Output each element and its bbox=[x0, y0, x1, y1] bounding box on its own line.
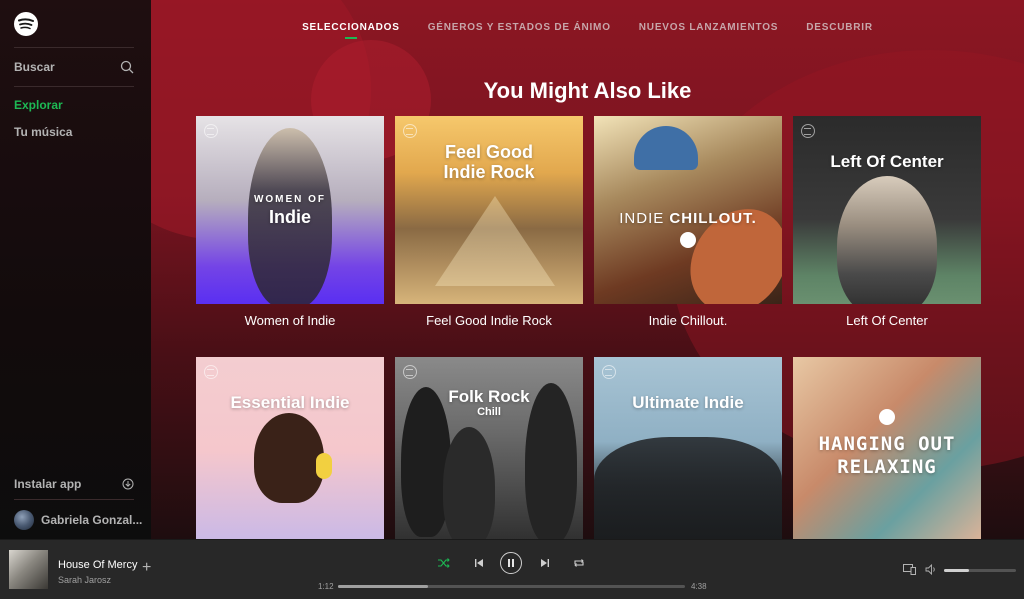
elapsed-time: 1:12 bbox=[318, 582, 334, 591]
playlist-cover: Folk Rock Chill bbox=[395, 357, 583, 539]
spotify-badge-icon bbox=[204, 365, 218, 379]
playlist-cover: Ultimate Indie bbox=[594, 357, 782, 539]
sidebar-divider bbox=[14, 499, 134, 500]
next-icon bbox=[541, 559, 549, 567]
tab-descubrir[interactable]: DESCUBRIR bbox=[806, 22, 873, 39]
playlist-card-women-of-indie[interactable]: WOMEN OF Indie Women of Indie bbox=[196, 116, 384, 328]
tab-nuevos-lanzamientos[interactable]: NUEVOS LANZAMIENTOS bbox=[639, 22, 778, 39]
spotify-logo-icon[interactable] bbox=[14, 12, 38, 36]
sidebar-divider bbox=[14, 47, 134, 48]
avatar bbox=[14, 510, 34, 530]
player-bar: House Of Mercy Sarah Jarosz + 1:12 4:38 bbox=[0, 539, 1024, 599]
volume-fill bbox=[944, 569, 970, 572]
playlist-title: Feel Good Indie Rock bbox=[426, 313, 552, 328]
install-app-button[interactable]: Instalar app bbox=[14, 476, 134, 492]
cover-shape bbox=[435, 196, 555, 286]
spotify-logo-icon bbox=[879, 409, 895, 425]
volume-icon[interactable] bbox=[925, 564, 937, 575]
playlist-title: Women of Indie bbox=[244, 313, 336, 328]
cover-text: Ultimate Indie bbox=[632, 393, 744, 412]
playlist-card-ultimate-indie[interactable]: Ultimate Indie bbox=[594, 357, 782, 539]
volume-slider[interactable] bbox=[944, 569, 1016, 572]
playlist-cover: HANGING OUT RELAXING bbox=[793, 357, 981, 539]
sidebar-item-tu-musica[interactable]: Tu música bbox=[14, 125, 72, 139]
playlist-card-indie-chillout[interactable]: INDIE CHILLOUT. Indie Chillout. bbox=[594, 116, 782, 328]
progress-bar[interactable] bbox=[338, 585, 685, 588]
previous-icon bbox=[475, 559, 483, 567]
now-playing-artist[interactable]: Sarah Jarosz bbox=[58, 575, 111, 585]
tab-generos[interactable]: GÉNEROS Y ESTADOS DE ÁNIMO bbox=[428, 22, 611, 39]
cover-figure bbox=[837, 176, 937, 304]
playlist-cover: Left Of Center bbox=[793, 116, 981, 304]
cover-text: Essential Indie bbox=[230, 393, 350, 412]
playlist-title: Left Of Center bbox=[846, 313, 928, 328]
playlist-card-essential-indie[interactable]: Essential Indie bbox=[196, 357, 384, 539]
playlist-cover: Essential Indie bbox=[196, 357, 384, 539]
cover-text-part: INDIE bbox=[619, 210, 665, 227]
cover-text: HANGING OUT bbox=[818, 433, 956, 455]
main-content: SELECCIONADOS GÉNEROS Y ESTADOS DE ÁNIMO… bbox=[151, 0, 1024, 539]
duration-time: 4:38 bbox=[691, 582, 707, 591]
top-nav: SELECCIONADOS GÉNEROS Y ESTADOS DE ÁNIMO… bbox=[151, 22, 1024, 39]
playlist-card-hanging-out-relaxing[interactable]: HANGING OUT RELAXING bbox=[793, 357, 981, 539]
playlist-cover: Feel Good Indie Rock bbox=[395, 116, 583, 304]
cover-text: WOMEN OF bbox=[253, 194, 327, 205]
install-app-label: Instalar app bbox=[14, 477, 82, 491]
spotify-badge-icon bbox=[403, 365, 417, 379]
cover-accessory bbox=[316, 453, 332, 479]
cover-text: INDIE CHILLOUT. bbox=[594, 210, 782, 227]
progress-fill bbox=[338, 585, 429, 588]
next-button[interactable] bbox=[540, 556, 550, 570]
now-playing-cover[interactable] bbox=[9, 550, 48, 589]
cover-text: Indie Rock bbox=[443, 162, 535, 182]
search-icon bbox=[120, 60, 134, 74]
download-icon bbox=[122, 478, 134, 490]
user-profile[interactable]: Gabriela Gonzal... bbox=[14, 509, 144, 531]
playlist-cover: INDIE CHILLOUT. bbox=[594, 116, 782, 304]
cover-text: RELAXING bbox=[837, 456, 937, 478]
shuffle-button[interactable] bbox=[438, 556, 450, 570]
sidebar-divider bbox=[14, 86, 134, 87]
spotify-badge-icon bbox=[204, 124, 218, 138]
cover-text: Chill bbox=[477, 406, 501, 418]
spotify-badge-icon bbox=[602, 365, 616, 379]
user-name: Gabriela Gonzal... bbox=[41, 513, 143, 527]
add-to-library-button[interactable]: + bbox=[142, 560, 151, 576]
cover-text: Left Of Center bbox=[830, 152, 944, 171]
cover-text-part: CHILLOUT. bbox=[669, 210, 757, 227]
cover-text: Feel Good bbox=[444, 142, 533, 162]
playlist-card-left-of-center[interactable]: Left Of Center Left Of Center bbox=[793, 116, 981, 328]
spotify-badge-icon bbox=[403, 124, 417, 138]
spotify-logo-icon bbox=[680, 232, 696, 248]
tab-seleccionados[interactable]: SELECCIONADOS bbox=[302, 22, 400, 39]
search-button[interactable]: Buscar bbox=[14, 58, 134, 76]
repeat-icon bbox=[574, 559, 584, 567]
repeat-button[interactable] bbox=[573, 556, 585, 570]
search-label: Buscar bbox=[14, 60, 55, 74]
cover-figure bbox=[594, 437, 782, 539]
sidebar-item-explorar[interactable]: Explorar bbox=[14, 98, 63, 112]
cover-hat bbox=[634, 126, 698, 170]
previous-button[interactable] bbox=[474, 556, 484, 570]
sidebar: Buscar Explorar Tu música Instalar app G… bbox=[0, 0, 151, 539]
shuffle-icon bbox=[438, 558, 450, 568]
playlist-title: Indie Chillout. bbox=[648, 313, 728, 328]
now-playing-title[interactable]: House Of Mercy bbox=[58, 559, 137, 571]
spotify-badge-icon bbox=[801, 124, 815, 138]
cover-text: Indie bbox=[268, 207, 311, 227]
devices-icon[interactable] bbox=[903, 564, 916, 575]
cover-figure bbox=[254, 413, 324, 503]
cover-text: Folk Rock bbox=[448, 387, 530, 406]
pause-button[interactable] bbox=[500, 552, 522, 574]
playlist-cover: WOMEN OF Indie bbox=[196, 116, 384, 304]
playlist-card-folk-rock-chill[interactable]: Folk Rock Chill bbox=[395, 357, 583, 539]
playlist-card-feel-good-indie-rock[interactable]: Feel Good Indie Rock Feel Good Indie Roc… bbox=[395, 116, 583, 328]
section-title: You Might Also Like bbox=[483, 78, 692, 103]
cover-figure bbox=[443, 427, 495, 539]
